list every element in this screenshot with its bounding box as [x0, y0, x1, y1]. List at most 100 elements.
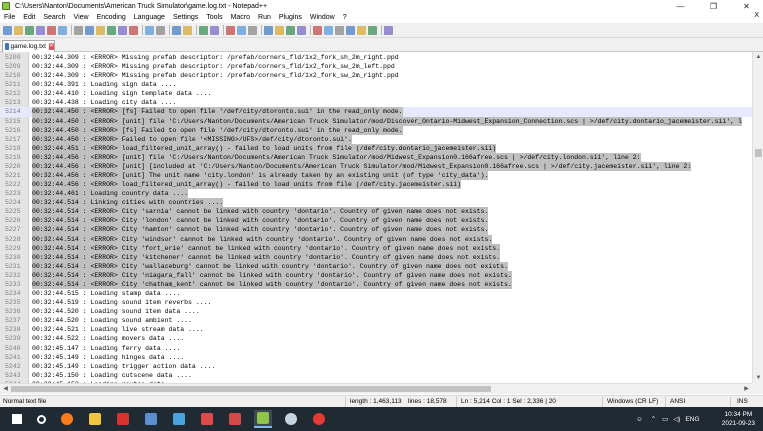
editor-line[interactable]: 5233 00:32:44.514 : <ERROR> City 'chatham… — [0, 279, 752, 290]
editor-line[interactable]: 5230 00:32:44.514 : <ERROR> City 'kitchen… — [0, 252, 752, 262]
redo-icon[interactable] — [129, 25, 138, 35]
menu-search[interactable]: Search — [39, 14, 69, 21]
start-icon[interactable] — [8, 410, 26, 428]
editor-line[interactable]: 5226 00:32:44.514 : <ERROR> City 'london'… — [0, 216, 752, 226]
close-all-icon[interactable] — [58, 25, 67, 35]
app-red-icon[interactable] — [114, 410, 132, 428]
scroll-down-arrow-icon[interactable]: ▼ — [753, 373, 763, 383]
menu-settings[interactable]: Settings — [169, 14, 202, 21]
file-explorer-icon[interactable] — [86, 410, 104, 428]
sync-v-icon[interactable] — [199, 25, 208, 35]
editor-line[interactable]: 5229 00:32:44.514 : <ERROR> City 'fort_er… — [0, 243, 752, 253]
menu-help[interactable]: ? — [339, 14, 351, 21]
editor-line[interactable]: 5215 00:32:44.450 : <ERROR> [unit] file '… — [0, 116, 752, 126]
tab-game-log[interactable]: game.log.txt ✕ — [2, 40, 55, 52]
app-grid-icon[interactable] — [198, 410, 216, 428]
volume-icon[interactable]: ◁) — [673, 415, 680, 423]
editor-line[interactable]: 5227 00:32:44.514 : <ERROR> City 'hamton'… — [0, 225, 752, 235]
save-macro-icon[interactable] — [368, 25, 377, 35]
undo-icon[interactable] — [118, 25, 127, 35]
maximize-button[interactable]: ❐ — [697, 0, 730, 12]
horizontal-scrollbar[interactable]: ◀ ▶ — [0, 383, 752, 394]
editor-line[interactable]: 5235 00:32:44.519 : Loading sound item re… — [0, 298, 752, 307]
scroll-left-arrow-icon[interactable]: ◀ — [0, 384, 11, 394]
editor-line[interactable]: 5214 00:32:44.450 : <ERROR> [fs] Failed t… — [0, 107, 752, 117]
doc-map-icon[interactable] — [275, 25, 284, 35]
editor-line[interactable]: 5240 00:32:45.147 : Loading ferry data ..… — [0, 344, 752, 353]
horizontal-scroll-thumb[interactable] — [11, 386, 491, 392]
editor-line[interactable]: 5219 00:32:44.456 : <ERROR> [unit] file '… — [0, 152, 752, 162]
editor-line[interactable]: 5239 00:32:44.522 : Loading movers data .… — [0, 334, 752, 343]
close-window-button[interactable]: ✕ — [730, 0, 763, 12]
zoom-out-icon[interactable] — [183, 25, 192, 35]
monitor-icon[interactable] — [313, 25, 322, 35]
spellcheck-icon[interactable] — [384, 25, 393, 35]
save-icon[interactable] — [25, 25, 34, 35]
firefox-icon[interactable] — [58, 410, 76, 428]
editor-line[interactable]: 5220 00:32:44.456 : <ERROR> [unit] [inclu… — [0, 161, 752, 172]
language-indicator[interactable]: ENG — [685, 416, 699, 423]
vertical-scroll-thumb[interactable] — [755, 149, 762, 157]
close-icon[interactable] — [47, 25, 56, 35]
word-wrap-icon[interactable] — [226, 25, 235, 35]
chevron-up-icon[interactable]: ⌃ — [651, 415, 656, 423]
open-icon[interactable] — [14, 25, 23, 35]
indent-guide-icon[interactable] — [248, 25, 257, 35]
sync-h-icon[interactable] — [210, 25, 219, 35]
editor-line[interactable]: 5222 00:32:44.456 : <ERROR> load_filtered… — [0, 180, 752, 190]
minimize-button[interactable]: — — [664, 0, 697, 12]
editor-line[interactable]: 5237 00:32:44.520 : Loading sound ambient… — [0, 316, 752, 325]
app-doc-icon[interactable] — [226, 410, 244, 428]
stop-icon[interactable] — [335, 25, 344, 35]
menu-edit[interactable]: Edit — [19, 14, 39, 21]
tab-close-icon[interactable]: ✕ — [48, 43, 54, 50]
editor-line[interactable]: 5232 00:32:44.514 : <ERROR> City 'niagara… — [0, 270, 752, 280]
text-editor[interactable]: 5208 00:32:44.309 : <ERROR> Missing prefa… — [0, 52, 752, 383]
save-all-icon[interactable] — [36, 25, 45, 35]
menu-macro[interactable]: Macro — [227, 14, 254, 21]
print-icon[interactable] — [74, 25, 83, 35]
editor-line[interactable]: 5231 00:32:44.514 : <ERROR> City 'wallace… — [0, 261, 752, 271]
editor-line[interactable]: 5241 00:32:45.149 : Loading hinges data .… — [0, 353, 752, 362]
new-icon[interactable] — [3, 25, 12, 35]
vertical-scrollbar[interactable]: ▲ ▼ — [752, 52, 763, 383]
editor-line[interactable]: 5228 00:32:44.514 : <ERROR> City 'windsor… — [0, 234, 752, 244]
replace-icon[interactable] — [156, 25, 165, 35]
play-icon[interactable] — [346, 25, 355, 35]
play-multi-icon[interactable] — [357, 25, 366, 35]
editor-line[interactable]: 5234 00:32:44.515 : Loading stamp data ..… — [0, 289, 752, 298]
search-icon[interactable] — [32, 410, 50, 428]
taskbar-clock[interactable]: 10:34 PM 2021-09-23 — [722, 410, 755, 428]
folder-workspace-icon[interactable] — [297, 25, 306, 35]
person-icon[interactable]: ☺ — [636, 416, 643, 423]
all-chars-icon[interactable] — [237, 25, 246, 35]
func-list-icon[interactable] — [286, 25, 295, 35]
editor-line[interactable]: 5218 00:32:44.451 : <ERROR> load_filtered… — [0, 143, 752, 153]
editor-line[interactable]: 5208 00:32:44.309 : <ERROR> Missing prefa… — [0, 53, 752, 62]
editor-line[interactable]: 5242 00:32:45.149 : Loading trigger actio… — [0, 362, 752, 371]
editor-line[interactable]: 5213 00:32:44.438 : Loading city data ...… — [0, 98, 752, 107]
paste-icon[interactable] — [107, 25, 116, 35]
menu-encoding[interactable]: Encoding — [93, 14, 130, 21]
record-icon[interactable] — [324, 25, 333, 35]
editor-line[interactable]: 5238 00:32:44.521 : Loading live stream d… — [0, 325, 752, 334]
menu-view[interactable]: View — [70, 14, 93, 21]
steam-icon[interactable] — [282, 410, 300, 428]
notepadpp-icon[interactable] — [254, 410, 272, 428]
menu-tools[interactable]: Tools — [202, 14, 226, 21]
editor-line[interactable]: 5212 00:32:44.410 : Loading sign template… — [0, 89, 752, 98]
menu-file[interactable]: File — [0, 14, 19, 21]
menu-language[interactable]: Language — [130, 14, 169, 21]
find-icon[interactable] — [145, 25, 154, 35]
menu-window[interactable]: Window — [306, 14, 339, 21]
cut-icon[interactable] — [85, 25, 94, 35]
network-icon[interactable]: ▭ — [662, 415, 668, 423]
editor-line[interactable]: 5210 00:32:44.309 : <ERROR> Missing prefa… — [0, 71, 752, 80]
app-photo-icon[interactable] — [142, 410, 160, 428]
editor-line[interactable]: 5236 00:32:44.520 : Loading sound item da… — [0, 307, 752, 316]
scroll-right-arrow-icon[interactable]: ▶ — [741, 384, 752, 394]
editor-line[interactable]: 5221 00:32:44.456 : <ERROR> [unit] The un… — [0, 171, 752, 181]
editor-line[interactable]: 5211 00:32:44.391 : Loading sign data ...… — [0, 80, 752, 89]
app-circle-icon[interactable] — [310, 410, 328, 428]
editor-line[interactable]: 5223 00:32:44.461 : Loading country data … — [0, 189, 752, 199]
